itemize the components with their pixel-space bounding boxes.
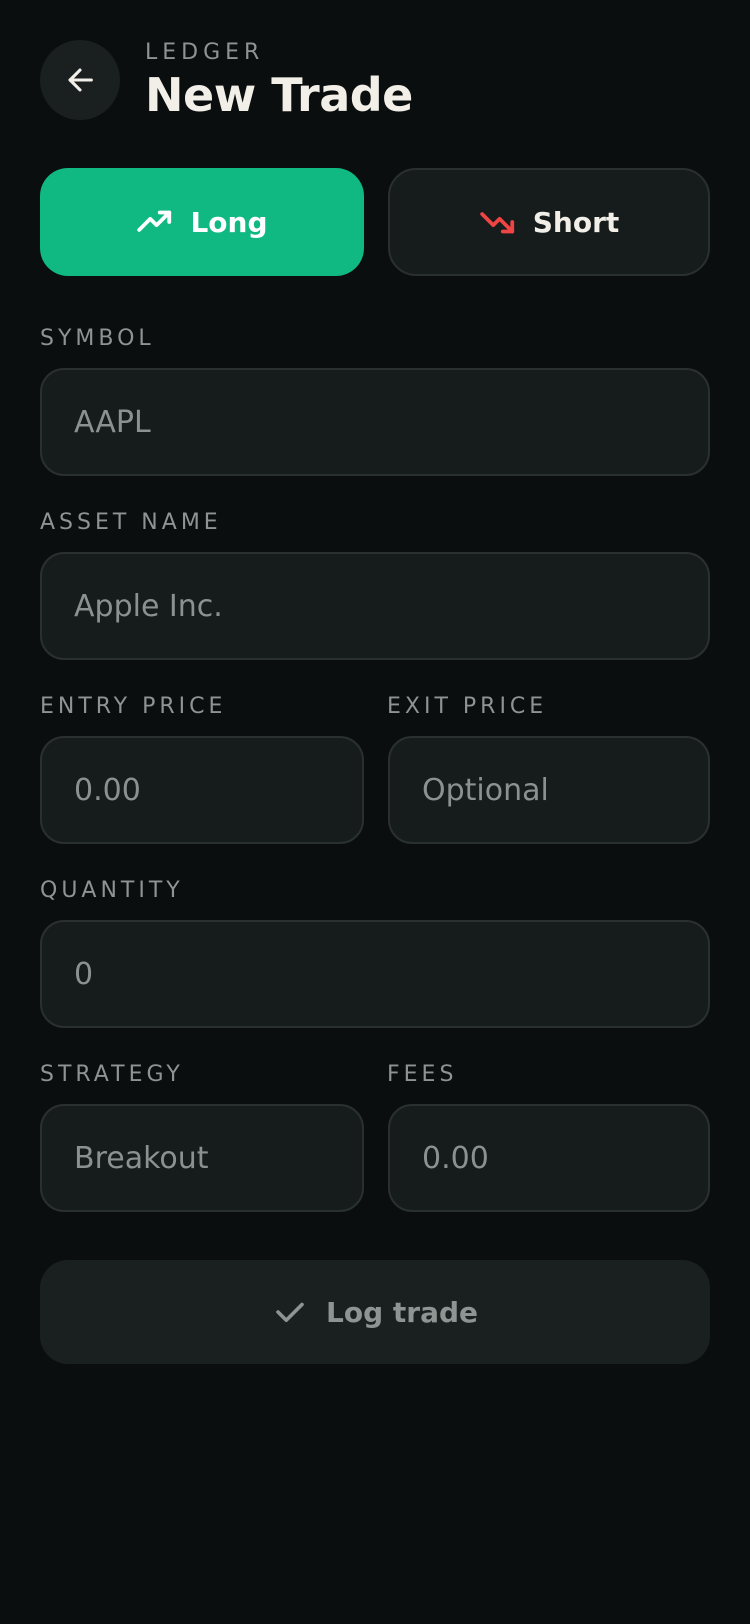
symbol-input[interactable] [40, 368, 710, 476]
asset-name-label: ASSET NAME [40, 510, 222, 535]
entry-price-label: ENTRY PRICE [40, 694, 227, 719]
fees-input[interactable] [388, 1104, 710, 1212]
trending-down-icon [480, 212, 514, 234]
strategy-input[interactable] [40, 1104, 364, 1212]
long-label: Long [190, 205, 268, 239]
page-title: New Trade [145, 68, 413, 122]
log-trade-label: Log trade [326, 1295, 478, 1329]
long-button[interactable]: Long [40, 168, 364, 276]
log-trade-button[interactable]: Log trade [40, 1260, 710, 1364]
quantity-label: QUANTITY [40, 878, 184, 903]
check-icon [276, 1302, 304, 1323]
exit-price-input[interactable] [388, 736, 710, 844]
direction-toggle: Long Short [40, 168, 710, 276]
arrow-left-icon [68, 68, 93, 92]
header: LEDGER New Trade [40, 40, 710, 130]
short-label: Short [532, 205, 620, 239]
app-eyebrow: LEDGER [145, 40, 265, 65]
asset-name-input[interactable] [40, 552, 710, 660]
fees-label: FEES [387, 1062, 458, 1087]
symbol-label: SYMBOL [40, 326, 155, 351]
entry-price-input[interactable] [40, 736, 364, 844]
short-button[interactable]: Short [388, 168, 710, 276]
strategy-label: STRATEGY [40, 1062, 184, 1087]
trending-up-icon [137, 210, 172, 232]
exit-price-label: EXIT PRICE [387, 694, 548, 719]
back-button[interactable] [40, 40, 120, 120]
quantity-input[interactable] [40, 920, 710, 1028]
